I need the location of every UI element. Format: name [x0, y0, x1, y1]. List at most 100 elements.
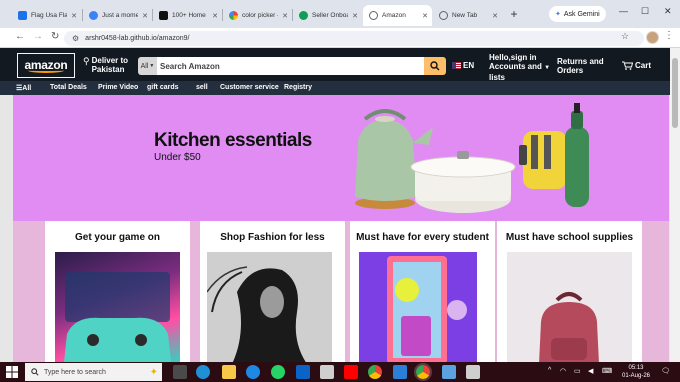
reload-icon[interactable]: ↻ [51, 31, 59, 42]
close-tab-icon[interactable]: ✕ [422, 12, 428, 20]
network-icon[interactable]: ◠ [560, 367, 566, 375]
tab-1[interactable]: Flag Usa Flat Ic ✕ [12, 5, 81, 26]
amazon-logo[interactable]: amazon [17, 53, 75, 78]
card-image-backpack [507, 252, 632, 362]
file-explorer-icon[interactable] [222, 365, 236, 379]
tab-2[interactable]: Just a moment... ✕ [83, 5, 152, 26]
tab-4[interactable]: color picker - G ✕ [223, 5, 292, 26]
url-field[interactable]: ⚙ arshr0458-lab.github.io/amazon9/ [64, 31, 644, 46]
search-button[interactable] [424, 57, 446, 75]
account-menu[interactable]: Hello,sign in Accounts and ▼ lists [489, 53, 551, 82]
subnav-all-label: All [22, 85, 32, 92]
ask-gemini-label: Ask Gemini [563, 10, 600, 18]
returns-line2: Orders [557, 66, 584, 75]
card-student[interactable]: Must have for every student [350, 221, 495, 362]
tab-3[interactable]: 100+ Home Dec ✕ [153, 5, 222, 26]
browser-menu-icon[interactable]: ⋮ [664, 30, 674, 41]
deliver-to[interactable]: ⚲ Deliver to Pakistan [83, 56, 128, 74]
location-pin-icon: ⚲ [83, 56, 90, 66]
language-icon[interactable]: ⌨ [602, 367, 612, 375]
tab-title: Seller Onboardi [312, 12, 348, 19]
subnav-gift-cards[interactable]: gift cards [147, 84, 179, 91]
close-tab-icon[interactable]: ✕ [212, 12, 218, 20]
kitchen-products-image [355, 103, 589, 213]
clock-date: 01-Aug-26 [622, 373, 651, 379]
profile-avatar[interactable] [646, 31, 659, 44]
minimize-button[interactable]: — [619, 6, 628, 16]
card-image-student-supplies [359, 252, 477, 362]
caret-down-icon: ▼ [544, 65, 551, 71]
globe-favicon-icon [439, 11, 448, 20]
subnav-customer-service[interactable]: Customer service [220, 84, 279, 91]
ie-app-icon[interactable] [246, 365, 260, 379]
globe-favicon-icon [369, 11, 378, 20]
notifications-icon[interactable]: 🗨 [661, 367, 670, 375]
app-icon[interactable] [320, 365, 334, 379]
globe-favicon-icon [89, 11, 98, 20]
new-tab-button[interactable]: + [507, 7, 521, 21]
scrollbar-thumb[interactable] [672, 58, 678, 128]
fashion-model-illustration [207, 266, 306, 362]
logo-smile-icon [28, 68, 64, 73]
language-selector[interactable]: EN [452, 61, 474, 70]
chrome-icon[interactable] [368, 365, 382, 379]
card-school-supplies[interactable]: Must have school supplies [497, 221, 642, 362]
search-input[interactable] [157, 57, 424, 75]
outlook-icon[interactable] [296, 365, 310, 379]
subnav-sell[interactable]: sell [196, 84, 208, 91]
controller-illustration [64, 272, 171, 362]
tab-7[interactable]: New Tab ✕ [433, 5, 502, 26]
subnav-all[interactable]: ☰All [16, 84, 31, 92]
whatsapp-icon[interactable] [271, 365, 285, 379]
close-tab-icon[interactable]: ✕ [142, 12, 148, 20]
taskbar-search[interactable]: Type here to search ✦ [25, 363, 162, 381]
battery-icon[interactable]: ▭ [574, 367, 581, 375]
search-bar: All ▼ [138, 57, 446, 75]
close-tab-icon[interactable]: ✕ [282, 12, 288, 20]
search-icon [430, 61, 440, 71]
subnav-registry[interactable]: Registry [284, 84, 312, 91]
subnav-total-deals[interactable]: Total Deals [50, 84, 87, 91]
forward-arrow-icon[interactable]: → [33, 31, 43, 42]
hero-banner[interactable]: Kitchen essentials Under $50 [13, 95, 669, 221]
card-title: Shop Fashion for less [220, 232, 325, 243]
returns-line1: Returns and [557, 57, 604, 66]
ask-gemini-button[interactable]: ✦ Ask Gemini [549, 6, 606, 22]
tab-amazon-active[interactable]: Amazon ✕ [363, 5, 432, 26]
account-line2: Accounts and [489, 62, 542, 71]
card-title: Get your game on [74, 232, 160, 243]
page-scrollbar[interactable] [670, 48, 680, 362]
youtube-icon[interactable] [344, 365, 358, 379]
bookmark-star-icon[interactable]: ☆ [621, 31, 629, 42]
vscode-icon[interactable] [393, 365, 407, 379]
url-text[interactable]: arshr0458-lab.github.io/amazon9/ [85, 35, 189, 42]
us-flag-icon [452, 62, 461, 69]
amazon-subnav: ☰All Total Deals Prime Video gift cards … [0, 81, 670, 95]
tab-5[interactable]: Seller Onboardi ✕ [293, 5, 362, 26]
windows-start-icon[interactable] [6, 366, 18, 378]
card-game[interactable]: Get your game on [45, 221, 190, 362]
app-icon[interactable] [442, 365, 456, 379]
search-category-select[interactable]: All ▼ [138, 57, 157, 75]
maximize-button[interactable]: ☐ [641, 6, 649, 17]
clock-time: 05:13 [628, 365, 644, 371]
close-tab-icon[interactable]: ✕ [71, 12, 77, 20]
app-icon[interactable] [466, 365, 480, 379]
close-tab-icon[interactable]: ✕ [352, 12, 358, 20]
returns-orders-link[interactable]: Returns and Orders [557, 57, 607, 75]
edge-app-icon[interactable] [196, 365, 210, 379]
chrome-active-icon[interactable] [414, 363, 432, 381]
site-settings-icon[interactable]: ⚙ [72, 34, 79, 43]
close-window-button[interactable]: ✕ [664, 6, 672, 17]
clock[interactable]: 05:13 01-Aug-26 [622, 364, 650, 380]
cart-icon [622, 61, 633, 70]
task-view-icon[interactable] [173, 365, 187, 379]
cart-link[interactable]: Cart [622, 61, 651, 70]
tab-title: 100+ Home Dec [172, 12, 208, 19]
card-fashion[interactable]: Shop Fashion for less [200, 221, 345, 362]
back-arrow-icon[interactable]: ← [15, 31, 25, 42]
volume-icon[interactable]: ◀ [588, 367, 593, 375]
tray-chevron-icon[interactable]: ^ [548, 367, 551, 374]
subnav-prime-video[interactable]: Prime Video [98, 84, 138, 91]
close-tab-icon[interactable]: ✕ [492, 12, 498, 20]
